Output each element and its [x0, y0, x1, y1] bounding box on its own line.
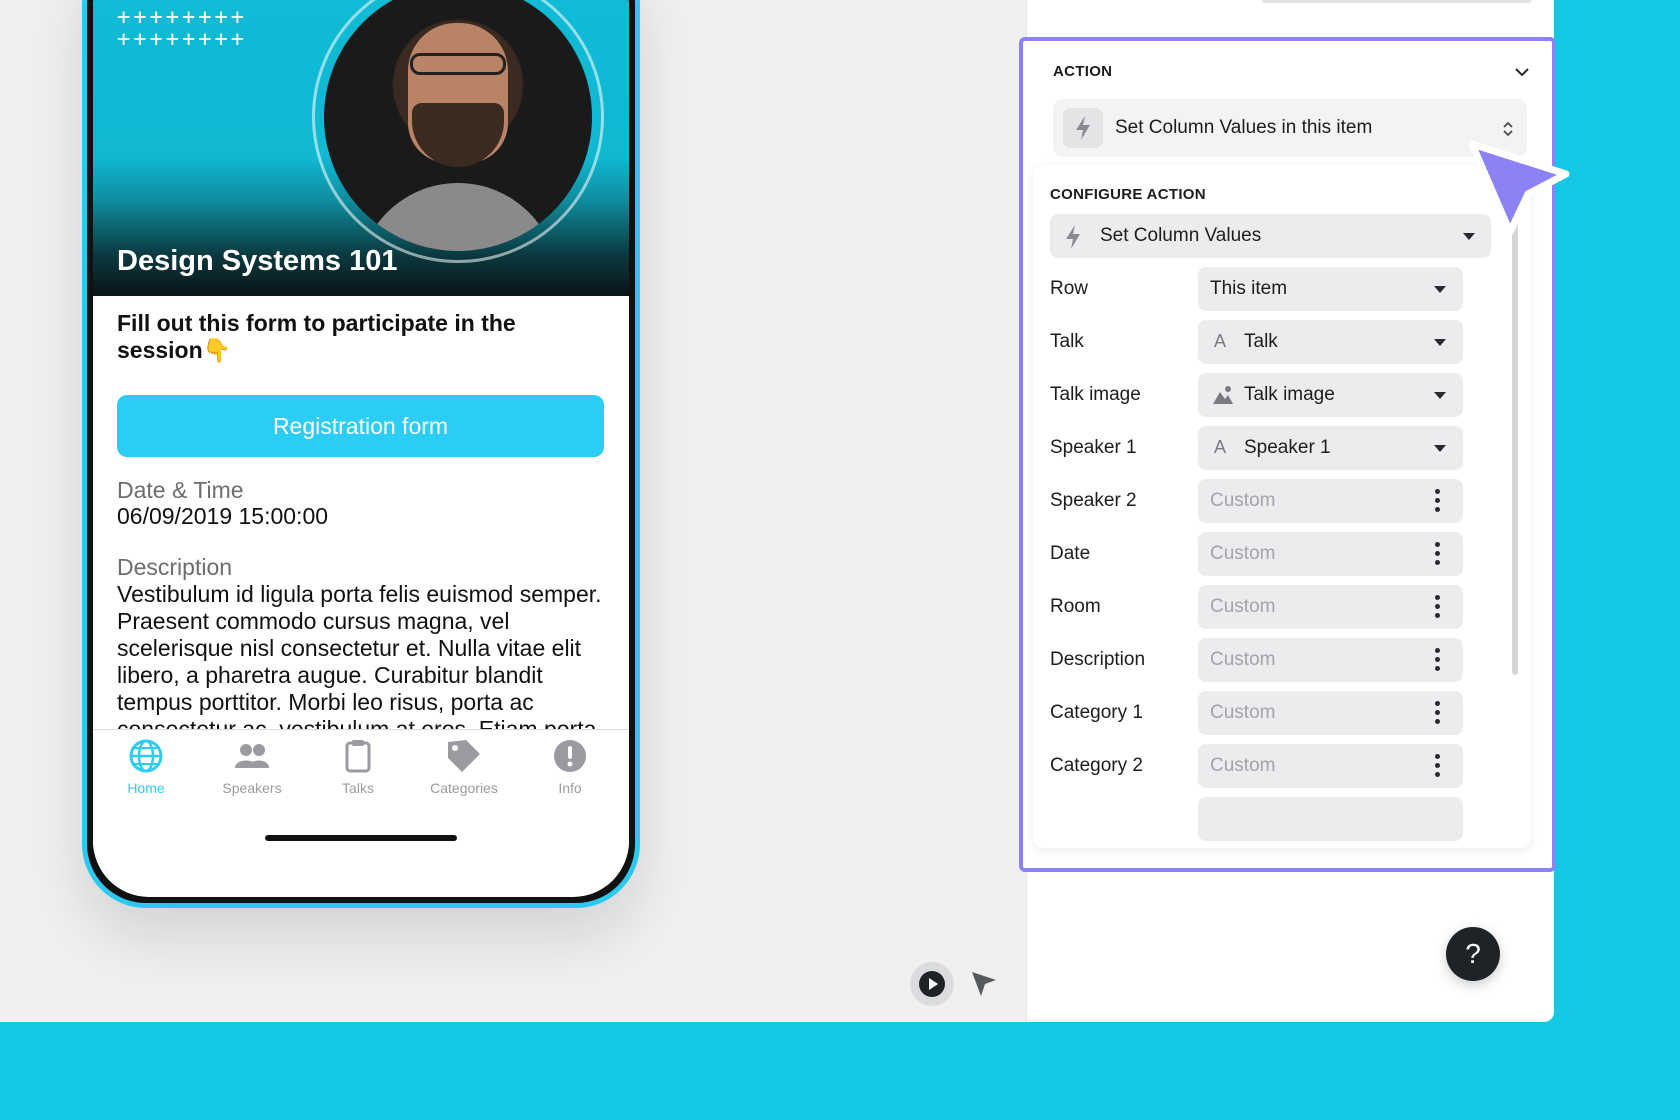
- custom-value-field[interactable]: [1198, 797, 1463, 841]
- tab-speakers[interactable]: Speakers: [199, 738, 305, 796]
- column-value-select[interactable]: This item: [1198, 267, 1463, 311]
- column-name: Date: [1050, 543, 1091, 564]
- configure-action-heading: CONFIGURE ACTION: [1050, 186, 1206, 203]
- tab-categories-label: Categories: [430, 780, 498, 796]
- talk-title: Design Systems 101: [117, 245, 398, 277]
- phone-preview: ++++++++ ++++++++ Design Systems 101 Fil…: [82, 0, 640, 908]
- column-value: Talk: [1244, 331, 1278, 352]
- tab-talks[interactable]: Talks: [305, 738, 411, 796]
- custom-placeholder: Custom: [1210, 702, 1276, 723]
- custom-placeholder: Custom: [1210, 755, 1276, 776]
- help-button[interactable]: ?: [1446, 927, 1500, 981]
- description-text: Vestibulum id ligula porta felis euismod…: [117, 581, 602, 731]
- text-type-icon: A: [1214, 331, 1227, 351]
- column-name: Talk image: [1050, 384, 1141, 405]
- tab-speakers-label: Speakers: [222, 780, 282, 796]
- column-row: Category 1 Custom: [1050, 691, 1491, 735]
- caret-down-icon: [1434, 286, 1446, 293]
- custom-value-field[interactable]: Custom: [1198, 479, 1463, 523]
- hero-pattern: ++++++++ ++++++++: [117, 5, 247, 52]
- column-row: Speaker 2 Custom: [1050, 479, 1491, 523]
- custom-placeholder: Custom: [1210, 490, 1276, 511]
- tab-talks-label: Talks: [342, 780, 374, 796]
- more-vertical-icon[interactable]: [1435, 542, 1441, 566]
- column-name: Room: [1050, 596, 1101, 617]
- description-label: Description: [117, 554, 233, 580]
- column-row: Description Custom: [1050, 638, 1491, 682]
- custom-value-field[interactable]: Custom: [1198, 691, 1463, 735]
- datetime-label: Date & Time: [117, 477, 244, 503]
- column-row: Speaker 1 A Speaker 1: [1050, 426, 1491, 470]
- action-type-select[interactable]: Set Column Values: [1050, 214, 1491, 258]
- column-row: Talk A Talk: [1050, 320, 1491, 364]
- caret-down-icon: [1434, 392, 1446, 399]
- column-name: Speaker 1: [1050, 437, 1137, 458]
- column-value: Talk image: [1244, 384, 1335, 405]
- column-name: Description: [1050, 649, 1146, 670]
- column-row: Category 2 Custom: [1050, 744, 1491, 788]
- more-vertical-icon[interactable]: [1435, 489, 1441, 513]
- column-name: Category 2: [1050, 755, 1143, 776]
- custom-placeholder: Custom: [1210, 543, 1276, 564]
- action-select-value: Set Column Values in this item: [1115, 117, 1373, 138]
- more-vertical-icon[interactable]: [1435, 648, 1441, 672]
- column-value: Speaker 1: [1244, 437, 1331, 458]
- action-heading: ACTION: [1053, 63, 1113, 80]
- column-name: Talk: [1050, 331, 1084, 352]
- panel-scroll-tab: [1262, 0, 1532, 3]
- globe-icon: [129, 739, 163, 773]
- column-name: Row: [1050, 278, 1089, 299]
- bolt-icon: [1066, 225, 1080, 249]
- caret-down-icon: [1434, 339, 1446, 346]
- column-row: Room Custom: [1050, 585, 1491, 629]
- intro-text: Fill out this form to participate in the…: [117, 310, 516, 363]
- image-icon: [1213, 386, 1233, 404]
- people-icon: [235, 744, 269, 768]
- pointer-tool-icon[interactable]: [968, 968, 1000, 1000]
- column-row: Row This item: [1050, 267, 1491, 311]
- custom-placeholder: Custom: [1210, 649, 1276, 670]
- action-type-value: Set Column Values: [1100, 225, 1262, 246]
- action-select[interactable]: Set Column Values in this item: [1053, 99, 1527, 157]
- tab-categories[interactable]: Categories: [411, 738, 517, 796]
- tab-home[interactable]: Home: [93, 738, 199, 796]
- column-value: This item: [1210, 278, 1288, 299]
- more-vertical-icon[interactable]: [1435, 754, 1441, 778]
- more-vertical-icon[interactable]: [1435, 595, 1441, 619]
- custom-value-field[interactable]: Custom: [1198, 638, 1463, 682]
- chevron-down-icon[interactable]: [1513, 63, 1531, 81]
- custom-value-field[interactable]: Custom: [1198, 585, 1463, 629]
- info-icon: [554, 740, 586, 772]
- hero-banner: ++++++++ ++++++++ Design Systems 101: [93, 0, 629, 296]
- play-button[interactable]: [910, 962, 954, 1006]
- column-value-select[interactable]: A Talk: [1198, 320, 1463, 364]
- cursor-arrow-icon: [1468, 140, 1570, 236]
- custom-value-field[interactable]: Custom: [1198, 532, 1463, 576]
- column-row: Date Custom: [1050, 532, 1491, 576]
- custom-placeholder: Custom: [1210, 596, 1276, 617]
- column-value-select[interactable]: Talk image: [1198, 373, 1463, 417]
- more-vertical-icon[interactable]: [1435, 701, 1441, 725]
- column-name: Category 1: [1050, 702, 1143, 723]
- tab-info[interactable]: Info: [517, 738, 623, 796]
- configure-action-dropdown: CONFIGURE ACTION Set Column Values Row T…: [1033, 165, 1531, 848]
- tab-home-label: Home: [127, 780, 165, 796]
- custom-value-field[interactable]: Custom: [1198, 744, 1463, 788]
- tab-info-label: Info: [558, 780, 582, 796]
- registration-form-button[interactable]: Registration form: [117, 395, 604, 457]
- text-type-icon: A: [1214, 437, 1227, 457]
- column-name: Speaker 2: [1050, 490, 1137, 511]
- bolt-icon: [1063, 108, 1103, 148]
- column-row: Talk image Talk image: [1050, 373, 1491, 417]
- play-icon: [919, 971, 945, 997]
- clipboard-icon: [345, 740, 371, 773]
- caret-down-icon: [1434, 445, 1446, 452]
- column-value-select[interactable]: A Speaker 1: [1198, 426, 1463, 470]
- scrollbar[interactable]: [1512, 215, 1518, 675]
- datetime-value: 06/09/2019 15:00:00: [117, 503, 329, 529]
- phone-screen: ++++++++ ++++++++ Design Systems 101 Fil…: [93, 0, 629, 897]
- tag-icon: [448, 740, 480, 772]
- home-indicator: [265, 835, 457, 841]
